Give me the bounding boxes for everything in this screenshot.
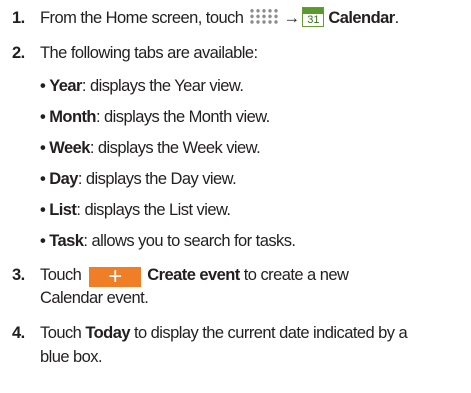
step-4-prefix: Touch xyxy=(40,324,86,342)
tab-list-item: • Day: displays the Day view. xyxy=(40,167,460,191)
step-text: From the Home screen, touch → 31 Calendar. xyxy=(40,6,463,30)
bullet: • xyxy=(40,232,46,250)
bullet: • xyxy=(40,139,46,157)
tab-desc: : displays the Year view. xyxy=(81,77,244,95)
step-3-continuation: Calendar event. xyxy=(40,289,149,307)
create-event-label: Create event xyxy=(147,266,240,284)
tab-list-item: • Month: displays the Month view. xyxy=(40,105,460,129)
step-4-continuation: blue box. xyxy=(40,348,103,366)
tab-name-month: Month xyxy=(49,108,96,126)
tab-desc: : displays the List view. xyxy=(76,201,231,219)
step-number: 2. xyxy=(12,44,25,62)
tab-list-item: • Year: displays the Year view. xyxy=(40,74,460,98)
step-text: The following tabs are available: xyxy=(40,44,258,62)
tab-list-item: • Week: displays the Week view. xyxy=(40,136,460,160)
calendar-app-icon: 31 xyxy=(302,7,325,27)
tab-desc: : displays the Week view. xyxy=(89,139,261,157)
tab-desc: : displays the Month view. xyxy=(95,108,270,126)
step-3-prefix: Touch xyxy=(40,266,82,284)
today-label: Today xyxy=(85,324,130,342)
calendar-icon-day: 31 xyxy=(307,14,320,26)
bullet: • xyxy=(40,108,46,126)
tab-name-week: Week xyxy=(49,139,90,157)
tab-desc: : allows you to search for tasks. xyxy=(83,232,296,250)
plus-icon: + xyxy=(89,265,142,289)
step-3-suffix: to create a new xyxy=(239,266,349,284)
step-text: Touch + Create event to create a new xyxy=(40,263,463,289)
step-number: 4. xyxy=(12,324,25,342)
tab-list-item: • Task: allows you to search for tasks. xyxy=(40,229,460,253)
tab-name-year: Year xyxy=(49,77,82,95)
apps-grid-icon xyxy=(249,8,280,25)
step-1-suffix: . xyxy=(394,9,400,27)
calendar-app-name: Calendar xyxy=(328,9,395,27)
step-number: 3. xyxy=(12,266,25,284)
step-1-prefix: From the Home screen, touch xyxy=(40,9,244,27)
instruction-page: 1. From the Home screen, touch → 31 Calend… xyxy=(0,0,471,393)
bullet: • xyxy=(40,170,46,188)
bullet: • xyxy=(40,77,46,95)
tab-desc: : displays the Day view. xyxy=(77,170,237,188)
tab-name-day: Day xyxy=(49,170,78,188)
tab-name-task: Task xyxy=(49,232,84,250)
bullet: • xyxy=(40,201,46,219)
right-arrow-icon: → xyxy=(283,9,300,27)
step-text: Touch Today to display the current date … xyxy=(40,321,463,345)
tab-name-list: List xyxy=(49,201,77,219)
step-4-suffix: to display the current date indicated by… xyxy=(129,324,408,342)
step-number: 1. xyxy=(12,9,25,27)
tab-list-item: • List: displays the List view. xyxy=(40,198,460,222)
